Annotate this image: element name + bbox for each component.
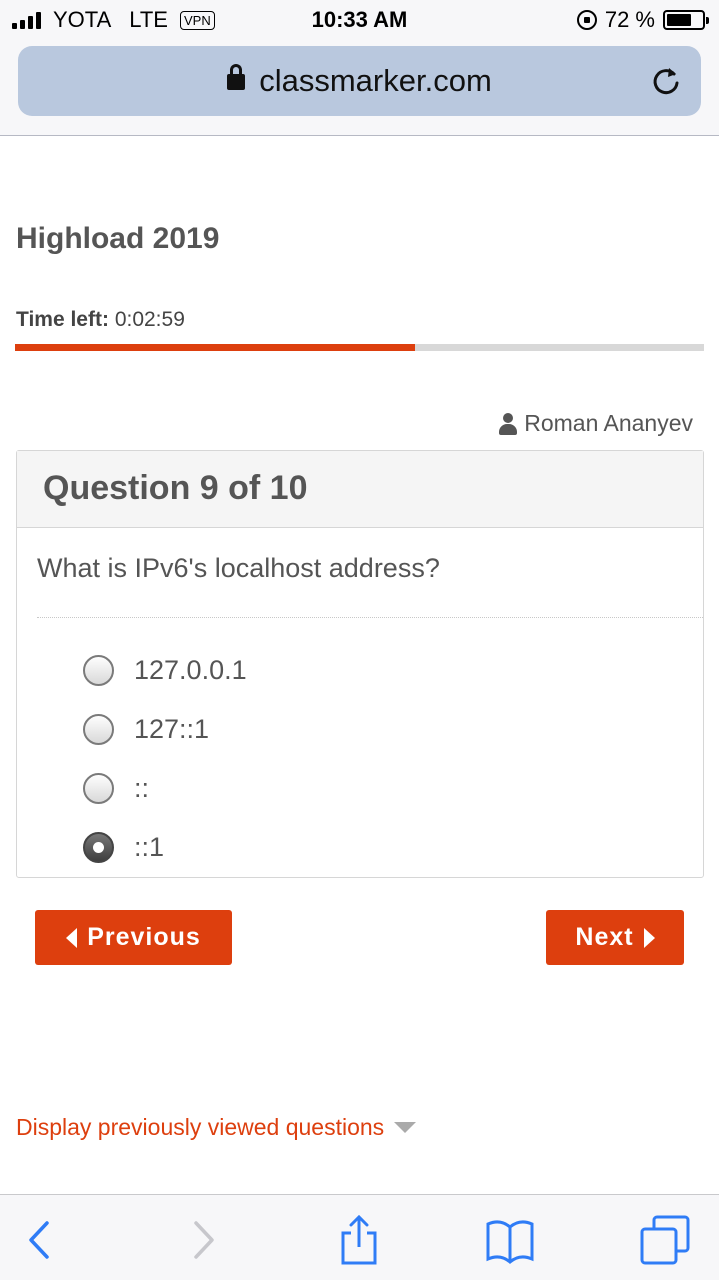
status-right: 72 % xyxy=(576,7,709,33)
forward-icon[interactable] xyxy=(178,1215,228,1265)
share-icon[interactable] xyxy=(334,1215,384,1265)
bookmarks-icon[interactable] xyxy=(485,1215,535,1265)
tabs-icon[interactable] xyxy=(640,1215,690,1265)
answer-options: 127.0.0.1 127::1 :: ::1 xyxy=(83,641,247,877)
lock-icon xyxy=(227,64,246,90)
battery-percent: 72 % xyxy=(604,7,655,32)
answer-label[interactable]: :: xyxy=(134,773,149,804)
browser-top-bar: YOTA LTE VPN 10:33 AM 72 % classmarker.c… xyxy=(0,0,719,136)
radio-button[interactable] xyxy=(83,773,114,804)
user-name: Roman Ananyev xyxy=(524,410,693,436)
quiz-title: Highload 2019 xyxy=(16,222,220,255)
display-link-label[interactable]: Display previously viewed questions xyxy=(16,1114,384,1141)
radio-button[interactable] xyxy=(83,714,114,745)
time-progress-fill xyxy=(15,344,415,351)
reload-icon[interactable] xyxy=(649,64,683,98)
caret-down-icon[interactable] xyxy=(394,1122,417,1133)
previous-button[interactable]: Previous xyxy=(35,910,232,965)
time-left-label: Time left: xyxy=(16,308,109,331)
answer-label[interactable]: 127.0.0.1 xyxy=(134,655,247,686)
back-icon[interactable] xyxy=(17,1215,67,1265)
next-label: Next xyxy=(575,923,634,951)
question-header: Question 9 of 10 xyxy=(17,451,703,528)
time-left-value: 0:02:59 xyxy=(114,308,185,331)
status-bar: YOTA LTE VPN 10:33 AM 72 % xyxy=(0,0,719,40)
previous-label: Previous xyxy=(87,923,201,951)
answer-option[interactable]: :: xyxy=(83,759,247,818)
answer-option[interactable]: 127::1 xyxy=(83,700,247,759)
caret-left-icon xyxy=(66,927,78,948)
address-text[interactable]: classmarker.com xyxy=(18,63,701,99)
time-progress-bar xyxy=(15,344,704,351)
question-divider xyxy=(37,617,703,618)
browser-toolbar xyxy=(0,1194,719,1280)
question-card: Question 9 of 10 What is IPv6's localhos… xyxy=(16,450,704,878)
url-label: classmarker.com xyxy=(259,63,492,98)
display-previous-questions-link[interactable]: Display previously viewed questions xyxy=(16,1114,417,1141)
answer-option[interactable]: 127.0.0.1 xyxy=(83,641,247,700)
battery-icon xyxy=(663,10,709,30)
answer-option[interactable]: ::1 xyxy=(83,818,247,877)
user-info: Roman Ananyev xyxy=(499,410,693,437)
answer-label[interactable]: ::1 xyxy=(134,832,164,863)
address-bar[interactable]: classmarker.com xyxy=(18,46,701,116)
radio-button[interactable] xyxy=(83,832,114,863)
user-icon xyxy=(499,412,518,435)
caret-right-icon xyxy=(643,927,655,948)
time-left: Time left: 0:02:59 xyxy=(16,308,185,332)
answer-label[interactable]: 127::1 xyxy=(134,714,209,745)
radio-button[interactable] xyxy=(83,655,114,686)
next-button[interactable]: Next xyxy=(546,910,684,965)
question-text: What is IPv6's localhost address? xyxy=(37,553,440,583)
orientation-lock-icon xyxy=(576,10,597,30)
